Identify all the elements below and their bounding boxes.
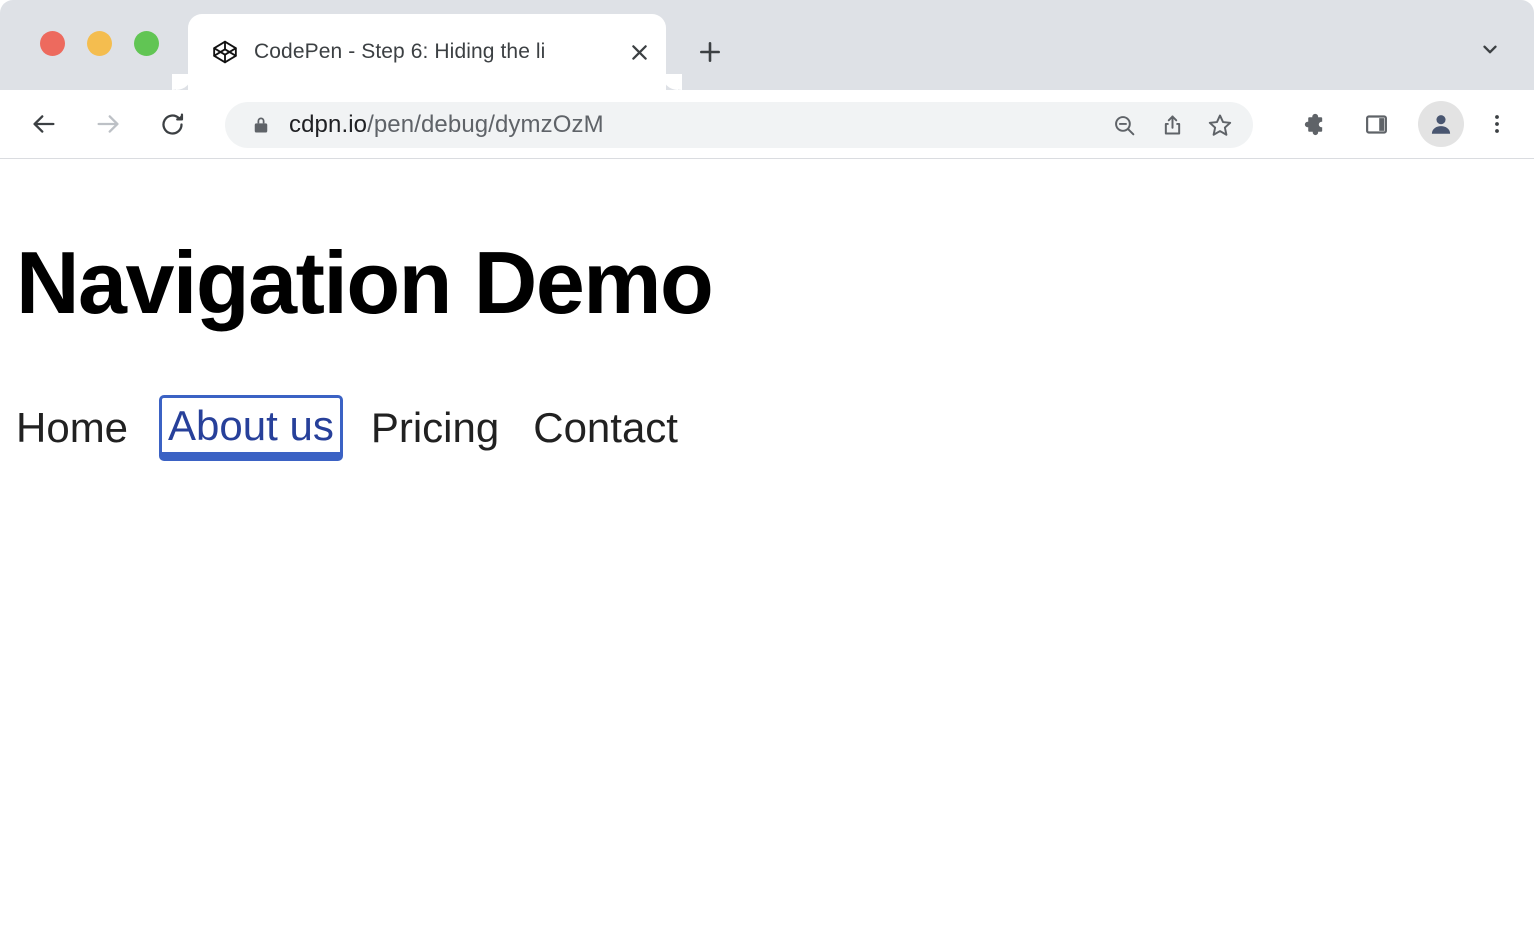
close-tab-icon[interactable] [622,35,656,69]
nav-link-pricing[interactable]: Pricing [371,402,499,454]
browser-tab-active[interactable]: CodePen - Step 6: Hiding the li [188,14,666,90]
extensions-puzzle-icon[interactable] [1290,102,1334,146]
close-window-button[interactable] [40,31,65,56]
page-viewport: Navigation Demo Home About us Pricing Co… [0,159,1534,950]
chevron-down-icon[interactable] [1472,34,1508,64]
toolbar-right-actions [1270,90,1520,158]
list-item: Pricing [371,402,533,454]
nav-link-home[interactable]: Home [16,402,128,454]
tab-strip: CodePen - Step 6: Hiding the li [0,0,1534,90]
browser-toolbar: cdpn.io/pen/debug/dymzOzM [0,90,1534,159]
profile-avatar-icon[interactable] [1418,101,1464,147]
nav-link-contact[interactable]: Contact [533,402,678,454]
url-path: /pen/debug/dymzOzM [367,111,604,138]
page-title: Navigation Demo [16,231,712,335]
bookmark-star-icon[interactable] [1199,104,1241,146]
window-controls [40,31,159,56]
minimize-window-button[interactable] [87,31,112,56]
lock-icon[interactable] [251,114,271,136]
zoom-out-icon[interactable] [1103,104,1145,146]
url-text: cdpn.io/pen/debug/dymzOzM [289,110,1097,140]
list-item: Contact [533,402,712,454]
codepen-logo-icon [212,39,238,65]
new-tab-button[interactable] [690,32,730,72]
three-dot-menu-icon[interactable] [1480,102,1514,146]
reload-icon[interactable] [150,102,194,146]
list-item: About us [162,395,371,461]
browser-window: CodePen - Step 6: Hiding the li [0,0,1534,950]
tab-title: CodePen - Step 6: Hiding the li [254,38,545,66]
forward-arrow-icon[interactable] [86,102,130,146]
url-host: cdpn.io [289,111,367,138]
tab-title-fade [556,38,616,66]
list-item: Home [16,402,162,454]
nav-link-about-us[interactable]: About us [159,395,343,461]
maximize-window-button[interactable] [134,31,159,56]
back-arrow-icon[interactable] [22,102,66,146]
address-bar[interactable]: cdpn.io/pen/debug/dymzOzM [225,102,1253,148]
side-panel-icon[interactable] [1354,102,1398,146]
tab-title-wrapper: CodePen - Step 6: Hiding the li [254,38,616,66]
site-navigation: Home About us Pricing Contact [16,395,712,461]
share-icon[interactable] [1151,104,1193,146]
